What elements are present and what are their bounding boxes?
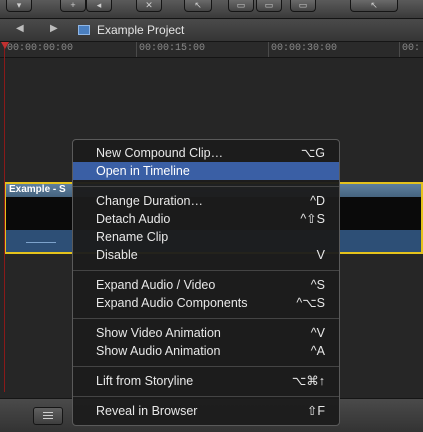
menu-separator [73, 396, 339, 397]
list-icon [43, 412, 53, 413]
menu-item-label: Expand Audio / Video [96, 278, 216, 292]
plus-icon[interactable]: + [60, 0, 86, 12]
back-icon[interactable]: ◂ [86, 0, 112, 12]
menu-item-shortcut: ⌥⌘↑ [291, 374, 325, 388]
timecode-ruler[interactable]: 00:00:00:00 00:00:15:00 00:00:30:00 00: [0, 42, 423, 58]
menu-item-lift-from-storyline[interactable]: Lift from Storyline ⌥⌘↑ [73, 372, 339, 390]
context-menu: New Compound Clip… ⌥G Open in Timeline C… [72, 139, 340, 426]
ruler-timecode: 00:00:15:00 [139, 43, 206, 54]
timeline-index-button[interactable] [33, 407, 63, 425]
menu-item-label: Rename Clip [96, 230, 169, 244]
menu-item-show-audio-animation[interactable]: Show Audio Animation ^A [73, 342, 339, 360]
insert-icon[interactable]: ▭ [256, 0, 282, 12]
audio-waveform [26, 242, 56, 249]
ruler-timecode: 00:00:00:00 [7, 43, 74, 54]
menu-item-reveal-in-browser[interactable]: Reveal in Browser ⇧F [73, 402, 339, 420]
menu-separator [73, 366, 339, 367]
menu-item-shortcut: ^A [310, 344, 325, 358]
ruler-tick [268, 42, 269, 57]
chevron-down-icon[interactable]: ▾ [6, 0, 32, 12]
menu-item-shortcut: ^⌥S [296, 296, 325, 310]
menu-item-new-compound-clip[interactable]: New Compound Clip… ⌥G [73, 144, 339, 162]
menu-item-shortcut: V [316, 248, 325, 262]
menu-separator [73, 318, 339, 319]
menu-item-label: Open in Timeline [96, 164, 190, 178]
menu-item-rename-clip[interactable]: Rename Clip [73, 228, 339, 246]
menu-item-show-video-animation[interactable]: Show Video Animation ^V [73, 324, 339, 342]
append-icon[interactable]: ▭ [290, 0, 316, 12]
menu-item-disable[interactable]: Disable V [73, 246, 339, 264]
ruler-timecode: 00: [402, 43, 421, 54]
menu-item-change-duration[interactable]: Change Duration… ^D [73, 192, 339, 210]
menu-item-label: Lift from Storyline [96, 374, 194, 388]
menu-item-label: Show Audio Animation [96, 344, 221, 358]
menu-separator [73, 270, 339, 271]
menu-item-expand-audio-video[interactable]: Expand Audio / Video ^S [73, 276, 339, 294]
menu-item-label: New Compound Clip… [96, 146, 224, 160]
project-title: Example Project [97, 23, 185, 37]
menu-item-detach-audio[interactable]: Detach Audio ^⇧S [73, 210, 339, 228]
menu-item-shortcut: ⌥G [300, 146, 325, 160]
timeline-navbar: ◀ ▶ Example Project [0, 19, 423, 42]
playhead-marker-icon[interactable] [1, 42, 9, 49]
ruler-timecode: 00:00:30:00 [271, 43, 338, 54]
top-toolbar: ▾ + ◂ ✕ ↖ ▭ ▭ ▭ ↖ [0, 0, 423, 19]
menu-item-open-in-timeline[interactable]: Open in Timeline [73, 162, 339, 180]
menu-item-shortcut: ⇧F [306, 404, 325, 418]
select-arrow-icon[interactable]: ↖ [184, 0, 212, 12]
menu-item-shortcut: ^V [310, 326, 325, 340]
close-icon[interactable]: ✕ [136, 0, 162, 12]
tool-icon[interactable]: ↖ [350, 0, 398, 12]
menu-item-label: Show Video Animation [96, 326, 221, 340]
menu-item-shortcut: ^⇧S [300, 212, 325, 226]
clip-connect-icon[interactable]: ▭ [228, 0, 254, 12]
menu-item-shortcut: ^D [310, 194, 325, 208]
menu-separator [73, 186, 339, 187]
ruler-tick [136, 42, 137, 57]
ruler-tick [399, 42, 400, 57]
menu-item-label: Reveal in Browser [96, 404, 198, 418]
project-icon [78, 25, 90, 35]
menu-item-label: Detach Audio [96, 212, 171, 226]
menu-item-expand-audio-components[interactable]: Expand Audio Components ^⌥S [73, 294, 339, 312]
menu-item-label: Change Duration… [96, 194, 204, 208]
menu-item-label: Expand Audio Components [96, 296, 248, 310]
menu-item-shortcut: ^S [310, 278, 325, 292]
menu-item-label: Disable [96, 248, 138, 262]
back-arrow-icon[interactable]: ◀ [16, 23, 24, 34]
clip-label: Example - S [9, 184, 66, 195]
playhead[interactable] [4, 42, 5, 392]
forward-arrow-icon[interactable]: ▶ [50, 23, 58, 34]
